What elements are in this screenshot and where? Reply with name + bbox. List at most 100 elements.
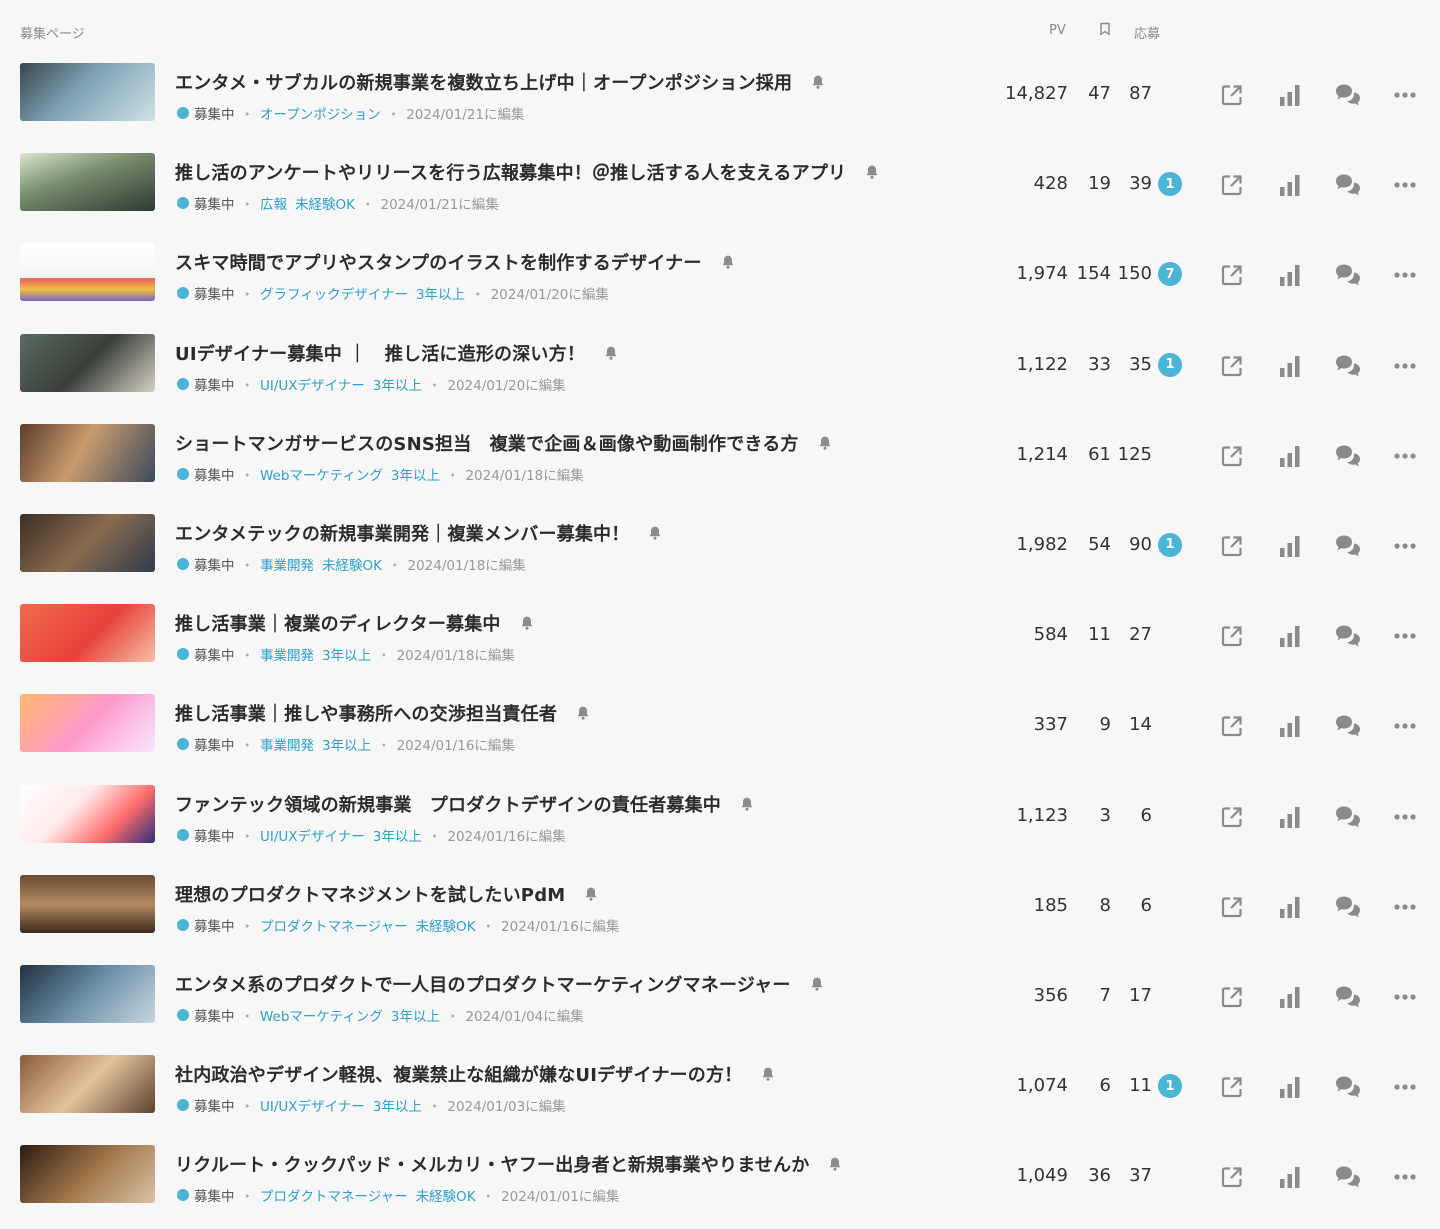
thumbnail-image[interactable]: [20, 243, 155, 302]
bar-chart-icon[interactable]: [1278, 172, 1304, 198]
bell-icon[interactable]: [720, 254, 736, 270]
tag-link[interactable]: 未経験OK: [295, 197, 355, 213]
list-item[interactable]: エンタメ・サブカルの新規事業を複数立ち上げ中｜オープンポジション採用 募集中 ・…: [0, 49, 1440, 139]
tag-link[interactable]: UI/UXデザイナー: [260, 829, 365, 845]
tag-link[interactable]: 3年以上: [373, 829, 422, 845]
list-item[interactable]: 理想のプロダクトマネジメントを試したいPdM 募集中 ・ プロダクトマネージャー…: [0, 861, 1440, 951]
list-item[interactable]: エンタメ系のプロダクトで一人目のプロダクトマーケティングマネージャー 募集中 ・…: [0, 951, 1440, 1041]
list-item[interactable]: ショートマンガサービスのSNS担当 複業で企画＆画像や動画制作できる方 募集中 …: [0, 410, 1440, 500]
thumbnail-image[interactable]: [20, 153, 155, 212]
external-link-icon[interactable]: [1219, 82, 1245, 108]
more-icon[interactable]: [1392, 533, 1418, 559]
bar-chart-icon[interactable]: [1278, 984, 1304, 1010]
chat-icon[interactable]: [1334, 1074, 1360, 1100]
bar-chart-icon[interactable]: [1278, 1164, 1304, 1190]
bell-icon[interactable]: [809, 976, 825, 992]
bar-chart-icon[interactable]: [1278, 353, 1304, 379]
chat-icon[interactable]: [1334, 894, 1360, 920]
thumbnail-image[interactable]: [20, 333, 155, 392]
external-link-icon[interactable]: [1219, 894, 1245, 920]
external-link-icon[interactable]: [1219, 1074, 1245, 1100]
tag-link[interactable]: 3年以上: [373, 1099, 422, 1115]
chat-icon[interactable]: [1334, 443, 1360, 469]
list-item[interactable]: スキマ時間でアプリやスタンプのイラストを制作するデザイナー 募集中 ・ グラフィ…: [0, 229, 1440, 319]
more-icon[interactable]: [1392, 82, 1418, 108]
bar-chart-icon[interactable]: [1278, 804, 1304, 830]
tag-link[interactable]: グラフィックデザイナー: [260, 287, 408, 303]
more-icon[interactable]: [1392, 623, 1418, 649]
thumbnail-image[interactable]: [20, 1055, 155, 1114]
external-link-icon[interactable]: [1219, 984, 1245, 1010]
external-link-icon[interactable]: [1219, 713, 1245, 739]
chat-icon[interactable]: [1334, 1164, 1360, 1190]
bar-chart-icon[interactable]: [1278, 262, 1304, 288]
tag-link[interactable]: 事業開発: [260, 738, 314, 754]
tag-link[interactable]: 3年以上: [322, 738, 371, 754]
bell-icon[interactable]: [575, 705, 591, 721]
recruit-title[interactable]: UIデザイナー募集中 ｜ 推し活に造形の深い方！: [175, 340, 585, 366]
external-link-icon[interactable]: [1219, 533, 1245, 559]
bell-icon[interactable]: [647, 525, 663, 541]
bar-chart-icon[interactable]: [1278, 894, 1304, 920]
chat-icon[interactable]: [1334, 623, 1360, 649]
thumbnail-image[interactable]: [20, 874, 155, 933]
chat-icon[interactable]: [1334, 172, 1360, 198]
thumbnail-image[interactable]: [20, 604, 155, 663]
external-link-icon[interactable]: [1219, 1164, 1245, 1190]
thumbnail-image[interactable]: [20, 1145, 155, 1204]
bell-icon[interactable]: [864, 164, 880, 180]
recruit-title[interactable]: エンタメ・サブカルの新規事業を複数立ち上げ中｜オープンポジション採用: [175, 69, 792, 95]
more-icon[interactable]: [1392, 1164, 1418, 1190]
tag-link[interactable]: オープンポジション: [260, 107, 381, 123]
more-icon[interactable]: [1392, 1074, 1418, 1100]
chat-icon[interactable]: [1334, 262, 1360, 288]
recruit-title[interactable]: 推し活のアンケートやリリースを行う広報募集中！＠推し活する人を支えるアプリ: [175, 159, 846, 185]
list-item[interactable]: 推し活事業｜推しや事務所への交渉担当責任者 募集中 ・ 事業開発 3年以上 ・ 2…: [0, 680, 1440, 770]
tag-link[interactable]: 未経験OK: [416, 1189, 476, 1205]
bell-icon[interactable]: [603, 345, 619, 361]
bar-chart-icon[interactable]: [1278, 1074, 1304, 1100]
bell-icon[interactable]: [739, 796, 755, 812]
recruit-title[interactable]: ショートマンガサービスのSNS担当 複業で企画＆画像や動画制作できる方: [175, 430, 799, 456]
tag-link[interactable]: Webマーケティング: [260, 468, 383, 484]
thumbnail-image[interactable]: [20, 964, 155, 1023]
thumbnail-image[interactable]: [20, 423, 155, 482]
more-icon[interactable]: [1392, 984, 1418, 1010]
bell-icon[interactable]: [810, 74, 826, 90]
bar-chart-icon[interactable]: [1278, 623, 1304, 649]
list-item[interactable]: 社内政治やデザイン軽視、複業禁止な組織が嫌なUIデザイナーの方！ 募集中 ・ U…: [0, 1041, 1440, 1131]
tag-link[interactable]: 事業開発: [260, 558, 314, 574]
tag-link[interactable]: 未経験OK: [416, 919, 476, 935]
chat-icon[interactable]: [1334, 984, 1360, 1010]
tag-link[interactable]: 未経験OK: [322, 558, 382, 574]
recruit-title[interactable]: エンタメテックの新規事業開発｜複業メンバー募集中！: [175, 520, 629, 546]
tag-link[interactable]: UI/UXデザイナー: [260, 378, 365, 394]
tag-link[interactable]: 広報: [260, 197, 287, 213]
external-link-icon[interactable]: [1219, 623, 1245, 649]
tag-link[interactable]: 事業開発: [260, 648, 314, 664]
list-item[interactable]: 推し活のアンケートやリリースを行う広報募集中！＠推し活する人を支えるアプリ 募集…: [0, 139, 1440, 229]
recruit-title[interactable]: ファンテック領域の新規事業 プロダクトデザインの責任者募集中: [175, 791, 721, 817]
tag-link[interactable]: 3年以上: [391, 468, 440, 484]
thumbnail-image[interactable]: [20, 784, 155, 843]
more-icon[interactable]: [1392, 353, 1418, 379]
chat-icon[interactable]: [1334, 82, 1360, 108]
recruit-title[interactable]: スキマ時間でアプリやスタンプのイラストを制作するデザイナー: [175, 249, 702, 275]
tag-link[interactable]: 3年以上: [416, 287, 465, 303]
external-link-icon[interactable]: [1219, 262, 1245, 288]
bell-icon[interactable]: [583, 886, 599, 902]
bell-icon[interactable]: [827, 1156, 843, 1172]
list-item[interactable]: エンタメテックの新規事業開発｜複業メンバー募集中！ 募集中 ・ 事業開発 未経験O…: [0, 500, 1440, 590]
list-item[interactable]: 推し活事業｜複業のディレクター募集中 募集中 ・ 事業開発 3年以上 ・ 2024…: [0, 590, 1440, 680]
chat-icon[interactable]: [1334, 804, 1360, 830]
more-icon[interactable]: [1392, 443, 1418, 469]
tag-link[interactable]: UI/UXデザイナー: [260, 1099, 365, 1115]
more-icon[interactable]: [1392, 894, 1418, 920]
tag-link[interactable]: 3年以上: [322, 648, 371, 664]
recruit-title[interactable]: 理想のプロダクトマネジメントを試したいPdM: [175, 881, 565, 907]
thumbnail-image[interactable]: [20, 694, 155, 753]
bell-icon[interactable]: [817, 435, 833, 451]
external-link-icon[interactable]: [1219, 804, 1245, 830]
bar-chart-icon[interactable]: [1278, 443, 1304, 469]
tag-link[interactable]: 3年以上: [391, 1009, 440, 1025]
